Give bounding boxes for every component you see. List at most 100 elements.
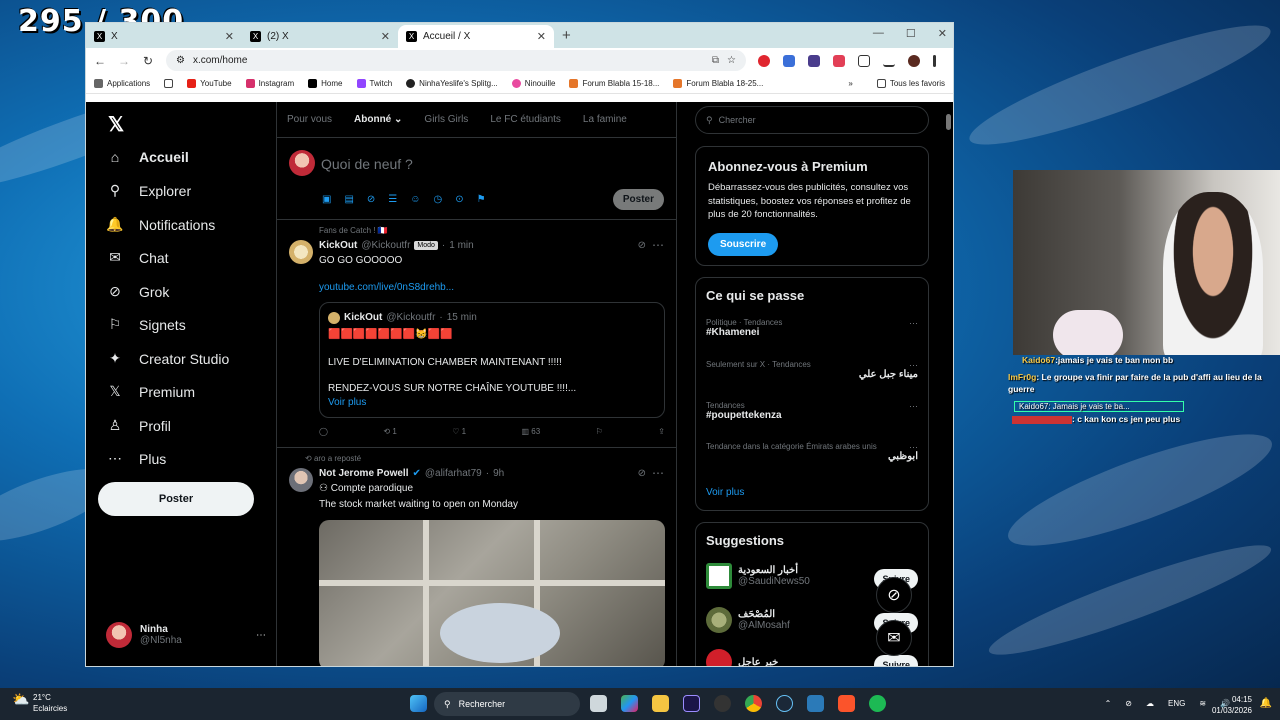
schedule-icon[interactable]: ◷ (433, 194, 442, 205)
install-icon[interactable]: ⧉ (712, 55, 719, 66)
clock[interactable]: 04:15 01/03/2026 (1212, 694, 1252, 716)
close-icon[interactable]: ✕ (537, 30, 546, 43)
new-tab-button[interactable]: + (554, 27, 579, 48)
close-icon[interactable]: ✕ (225, 30, 234, 43)
author-handle[interactable]: @alifarhat79 (425, 468, 482, 479)
bookmark-youtube[interactable]: YouTube (187, 78, 232, 88)
sidebar-item-chat[interactable]: ✉ Chat (106, 249, 168, 266)
sidebar-item-grok[interactable]: ⊘ Grok (106, 283, 169, 300)
windows-start-icon[interactable] (410, 695, 427, 712)
compose-post-button[interactable]: Poster (612, 189, 664, 210)
trend-item[interactable]: Tendance dans la catégorie Émirats arabe… (706, 442, 918, 462)
more-icon[interactable]: ⋯ (256, 630, 266, 641)
tab-accueil[interactable]: X Accueil / X ✕ (398, 25, 554, 48)
views-button[interactable]: ▥ 63 (522, 427, 541, 436)
flag-icon[interactable]: ⚑ (477, 194, 486, 205)
trend-item[interactable]: Tendances #poupettekenza ⋯ (706, 401, 918, 421)
bookmark-forum-15-18[interactable]: Forum Blabla 15-18... (569, 78, 659, 88)
profile-avatar[interactable] (908, 54, 920, 67)
tab-abonne[interactable]: Abonné ⌄ (354, 114, 402, 125)
poll-icon[interactable]: ☰ (388, 194, 397, 205)
search-input[interactable]: ⚲ Chercher (695, 106, 929, 134)
extension-dark-icon[interactable] (808, 54, 820, 67)
bookmark-twitch[interactable]: Twitch (356, 78, 392, 88)
compose-input[interactable]: Quoi de neuf ? (321, 156, 413, 172)
more-icon[interactable]: ⋯ (909, 318, 918, 329)
bookmarks-overflow-button[interactable]: » (848, 79, 852, 88)
notification-bell-icon[interactable]: 🔔 (1260, 698, 1272, 709)
more-icon[interactable]: ⋯ (909, 442, 918, 453)
sidebar-item-premium[interactable]: 𝕏 Premium (106, 383, 195, 400)
cloud-icon[interactable]: ☁ (1146, 699, 1154, 708)
post-button[interactable]: Poster (98, 482, 254, 516)
emoji-icon[interactable]: ☺ (410, 194, 420, 205)
author-handle[interactable]: @Kickoutfr (361, 240, 410, 251)
tab-x[interactable]: X X ✕ (86, 25, 242, 48)
brave-icon[interactable] (838, 695, 855, 712)
grok-icon[interactable]: ⊘ (367, 194, 375, 205)
trends-show-more[interactable]: Voir plus (706, 487, 744, 498)
reply-icon[interactable]: ◯ (319, 427, 328, 436)
messages-floating-button[interactable]: ✉ (876, 620, 912, 656)
gif-icon[interactable]: ▤ (344, 194, 353, 205)
puzzle-icon[interactable] (858, 54, 870, 67)
sidebar-item-profil[interactable]: ♙ Profil (106, 417, 171, 434)
grok-icon[interactable]: ⊘ (638, 240, 646, 251)
wifi-icon[interactable]: ≋ (1199, 699, 1206, 708)
bookmark-forum-18-25[interactable]: Forum Blabla 18-25... (673, 78, 763, 88)
tab-x-notifications[interactable]: X (2) X ✕ (242, 25, 398, 48)
author-name[interactable]: KickOut (319, 240, 357, 251)
star-icon[interactable]: ☆ (727, 55, 736, 66)
menu-icon[interactable] (933, 54, 936, 67)
sidebar-item-signets[interactable]: ⚐ Signets (106, 316, 186, 333)
tweet-image[interactable] (319, 520, 665, 666)
tab-pour-vous[interactable]: Pour vous (287, 114, 332, 125)
scrollbar[interactable] (946, 114, 951, 130)
grok-icon[interactable]: ⊘ (638, 468, 646, 479)
weather-widget[interactable]: 21°C Eclaircies ⛅ (12, 692, 67, 714)
tweet-time[interactable]: 9h (493, 468, 504, 479)
premiere-icon[interactable] (683, 695, 700, 712)
app-icon[interactable] (807, 695, 824, 712)
media-icon[interactable] (883, 55, 895, 67)
x-logo-icon[interactable]: 𝕏 (108, 112, 124, 137)
extension-wave-icon[interactable] (783, 54, 795, 67)
network-off-icon[interactable]: ⊘ (1125, 699, 1132, 708)
bookmark-ninouille[interactable]: Ninouille (511, 78, 555, 88)
author-name[interactable]: Not Jerome Powell (319, 468, 408, 479)
bookmark-grid[interactable] (164, 78, 174, 88)
image-icon[interactable]: ▣ (322, 194, 331, 205)
store-icon[interactable] (621, 695, 638, 712)
close-window-icon[interactable]: ✕ (938, 27, 947, 40)
obs-icon[interactable] (714, 695, 731, 712)
extension-red-icon[interactable] (758, 54, 770, 67)
like-button[interactable]: ♡ 1 (452, 427, 466, 436)
trend-item[interactable]: Politique · Tendances #Khamenei ⋯ (706, 318, 918, 338)
taskbar-search[interactable]: ⚲ Rechercher (434, 692, 580, 716)
forward-icon[interactable]: → (118, 54, 130, 68)
sidebar-item-explorer[interactable]: ⚲ Explorer (106, 182, 191, 199)
sidebar-item-accueil[interactable]: ⌂ Accueil (106, 149, 189, 165)
more-icon[interactable]: ⋯ (909, 360, 918, 371)
follow-button[interactable]: Suivre (874, 655, 918, 666)
quoted-tweet[interactable]: KickOut @Kickoutfr · 15 min 🟥🟥🟥🟥🟥🟥🟥😸🟥🟥 L… (319, 302, 665, 418)
bookmark-instagram[interactable]: Instagram (245, 78, 294, 88)
explorer-icon[interactable] (652, 695, 669, 712)
trend-item[interactable]: Seulement sur X · Tendances ميناء جبل عل… (706, 360, 918, 380)
more-icon[interactable]: ⋯ (909, 401, 918, 412)
spotify-icon[interactable] (869, 695, 886, 712)
tab-girls-girls[interactable]: Girls Girls (424, 114, 468, 125)
chevron-up-icon[interactable]: ⌃ (1105, 699, 1112, 708)
tab-la-famine[interactable]: La famine (583, 114, 627, 125)
url-input[interactable]: ⚙ x.com/home ⧉ ☆ (166, 50, 746, 71)
tweet-time[interactable]: 1 min (449, 240, 473, 251)
close-icon[interactable]: ✕ (381, 30, 390, 43)
back-icon[interactable]: ← (94, 54, 106, 68)
bookmark-splitgate[interactable]: NinhaYeslife's Splitg... (406, 78, 498, 88)
minimize-icon[interactable]: — (873, 27, 884, 40)
subscribe-button[interactable]: Souscrire (708, 233, 779, 256)
sidebar-item-plus[interactable]: ⋯ Plus (106, 450, 166, 467)
show-more-link[interactable]: Voir plus (328, 397, 366, 408)
language-indicator[interactable]: ENG (1168, 699, 1185, 708)
extension-pink-icon[interactable] (833, 54, 845, 67)
